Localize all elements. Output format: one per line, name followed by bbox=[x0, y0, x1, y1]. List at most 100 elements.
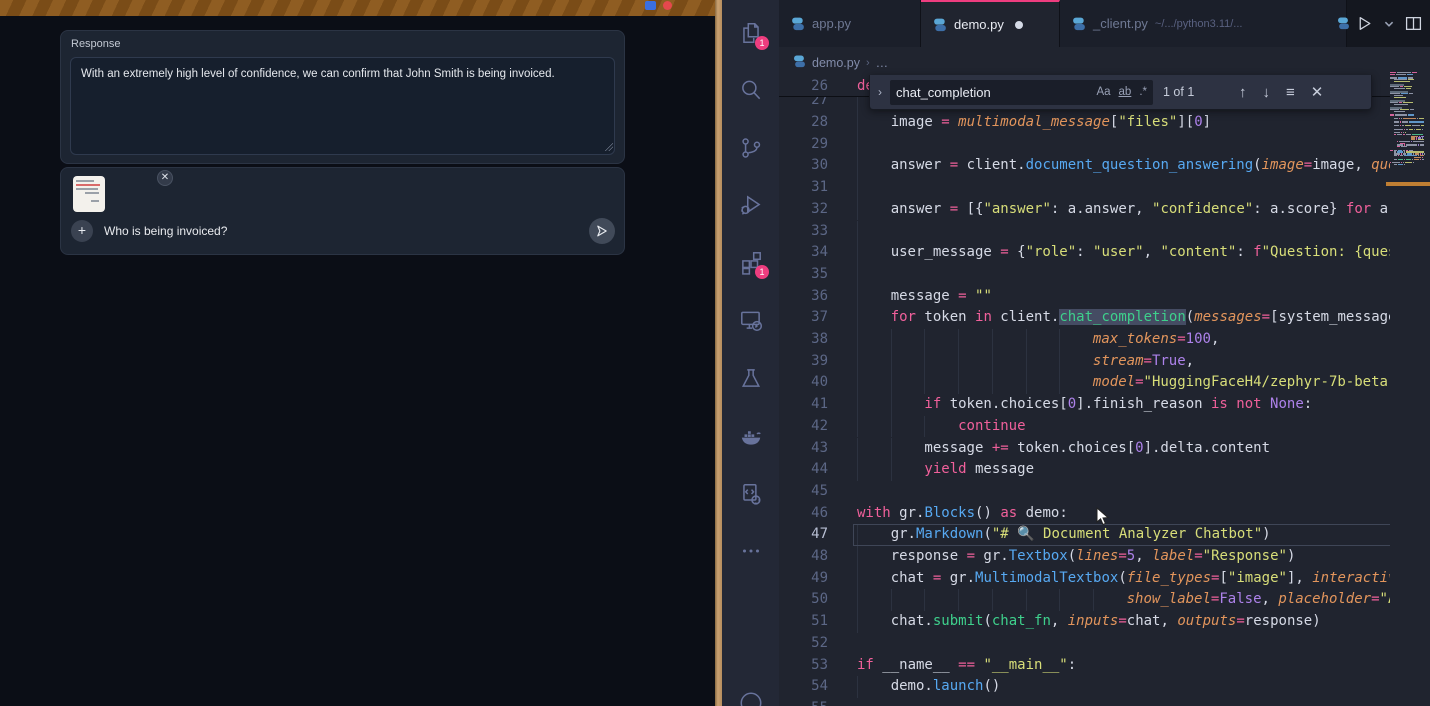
remove-image-button[interactable]: ✕ bbox=[157, 170, 173, 186]
find-in-selection-button[interactable]: ≡ bbox=[1286, 84, 1295, 101]
find-input[interactable]: chat_completion Aa ab .* bbox=[890, 80, 1153, 105]
extensions-icon[interactable]: 1 bbox=[738, 249, 764, 275]
code-line-42[interactable]: 42continue bbox=[779, 416, 1390, 438]
code-line-53[interactable]: 53if __name__ == "__main__": bbox=[779, 655, 1390, 677]
tab-label: app.py bbox=[812, 16, 851, 31]
code-line-37[interactable]: 37for token in client.chat_completion(me… bbox=[779, 307, 1390, 329]
dev-container-icon[interactable] bbox=[738, 481, 764, 507]
editor-tab-bar: app.py demo.py _client.py~/.../python3.11/… bbox=[779, 0, 1430, 47]
code-line-40[interactable]: 40model="HuggingFaceH4/zephyr-7b-beta", bbox=[779, 372, 1390, 394]
code-line-33[interactable]: 33 bbox=[779, 221, 1390, 243]
code-viewport[interactable]: 2728image = multimodal_message["files"][… bbox=[779, 97, 1390, 706]
search-icon[interactable] bbox=[738, 77, 764, 103]
find-collapse-chevron-icon[interactable]: › bbox=[870, 85, 890, 99]
tab-_client.py[interactable]: _client.py~/.../python3.11/... bbox=[1060, 0, 1347, 47]
split-editor-button[interactable] bbox=[1405, 15, 1422, 32]
add-file-button[interactable]: + bbox=[71, 220, 93, 242]
code-line-29[interactable]: 29 bbox=[779, 134, 1390, 156]
code-line-49[interactable]: 49chat = gr.MultimodalTextbox(file_types… bbox=[779, 568, 1390, 590]
current-line-highlight bbox=[853, 524, 1390, 547]
docker-icon[interactable] bbox=[738, 423, 764, 449]
minimap-match-highlight bbox=[1386, 182, 1430, 186]
code-editor[interactable]: demo.py › … 2728image = multimodal_messa… bbox=[779, 47, 1430, 706]
code-line-46[interactable]: 46with gr.Blocks() as demo: bbox=[779, 503, 1390, 525]
regex-toggle[interactable]: .* bbox=[1139, 86, 1147, 98]
extensions-badge: 1 bbox=[755, 265, 769, 279]
code-line-32[interactable]: 32answer = [{"answer": a.answer, "confid… bbox=[779, 199, 1390, 221]
favicon-pink-icon bbox=[663, 1, 672, 10]
vscode-window: 1 1 bbox=[722, 0, 1430, 706]
code-line-35[interactable]: 35 bbox=[779, 264, 1390, 286]
source-control-icon[interactable] bbox=[738, 135, 764, 161]
code-line-44[interactable]: 44yield message bbox=[779, 459, 1390, 481]
response-block: Response With an extremely high level of… bbox=[60, 30, 625, 164]
python-file-icon bbox=[793, 55, 806, 71]
whole-word-toggle[interactable]: ab bbox=[1119, 86, 1132, 98]
find-previous-button[interactable]: ↑ bbox=[1239, 84, 1247, 101]
multimodal-chat-block: ✕ + Who is being invoiced? bbox=[60, 167, 625, 255]
vscode-main: app.py demo.py _client.py~/.../python3.11/… bbox=[779, 0, 1430, 706]
modified-dot-icon[interactable] bbox=[1015, 21, 1023, 29]
tab-app.py[interactable]: app.py bbox=[779, 0, 921, 47]
code-line-39[interactable]: 39stream=True, bbox=[779, 351, 1390, 373]
account-icon[interactable] bbox=[738, 690, 764, 706]
match-case-toggle[interactable]: Aa bbox=[1096, 86, 1110, 98]
testing-beaker-icon[interactable] bbox=[738, 365, 764, 391]
code-line-51[interactable]: 51chat.submit(chat_fn, inputs=chat, outp… bbox=[779, 611, 1390, 633]
breadcrumb-file[interactable]: demo.py bbox=[812, 56, 860, 70]
run-python-file-button[interactable] bbox=[1356, 15, 1373, 32]
editor-actions bbox=[1337, 0, 1430, 47]
send-icon bbox=[595, 224, 609, 238]
python-icon bbox=[791, 17, 805, 31]
tab-demo.py[interactable]: demo.py bbox=[921, 0, 1060, 47]
code-line-41[interactable]: 41if token.choices[0].finish_reason is n… bbox=[779, 394, 1390, 416]
python-icon bbox=[793, 55, 806, 68]
more-views-icon[interactable] bbox=[738, 538, 764, 564]
minimap[interactable] bbox=[1390, 72, 1424, 632]
code-line-55[interactable]: 55 bbox=[779, 698, 1390, 706]
send-button[interactable] bbox=[589, 218, 615, 244]
code-line-28[interactable]: 28image = multimodal_message["files"][0] bbox=[779, 112, 1390, 134]
response-label: Response bbox=[71, 38, 121, 50]
remote-explorer-icon[interactable] bbox=[738, 307, 764, 333]
find-widget: › chat_completion Aa ab .* 1 of 1 ↑ ↓ ≡ … bbox=[869, 75, 1372, 110]
code-line-48[interactable]: 48response = gr.Textbox(lines=5, label="… bbox=[779, 546, 1390, 568]
chat-input[interactable]: Who is being invoiced? bbox=[104, 224, 227, 238]
code-line-43[interactable]: 43message += token.choices[0].delta.cont… bbox=[779, 438, 1390, 460]
code-line-34[interactable]: 34user_message = {"role": "user", "conte… bbox=[779, 242, 1390, 264]
code-line-50[interactable]: 50show_label=False, placeholder="Ask a q… bbox=[779, 589, 1390, 611]
explorer-badge: 1 bbox=[755, 36, 769, 50]
explorer-icon[interactable]: 1 bbox=[738, 20, 764, 46]
screenshot-root: Response With an extremely high level of… bbox=[0, 0, 1430, 706]
code-line-52[interactable]: 52 bbox=[779, 633, 1390, 655]
breadcrumb-more[interactable]: … bbox=[876, 56, 889, 70]
code-line-36[interactable]: 36message = "" bbox=[779, 286, 1390, 308]
python-logo-partial-icon bbox=[1337, 17, 1350, 30]
code-line-54[interactable]: 54demo.launch() bbox=[779, 676, 1390, 698]
tab-label: demo.py bbox=[954, 17, 1004, 32]
browser-loading-stripe-bar bbox=[0, 0, 715, 16]
breadcrumb[interactable]: demo.py › … bbox=[793, 52, 888, 74]
activity-bar: 1 1 bbox=[722, 0, 779, 706]
python-icon bbox=[933, 18, 947, 32]
code-line-38[interactable]: 38max_tokens=100, bbox=[779, 329, 1390, 351]
window-divider[interactable] bbox=[715, 0, 722, 706]
uploaded-image-thumbnail[interactable] bbox=[73, 176, 105, 212]
find-query[interactable]: chat_completion bbox=[896, 85, 1088, 100]
code-line-31[interactable]: 31 bbox=[779, 177, 1390, 199]
favicon-blue-icon bbox=[645, 1, 656, 10]
tab-path: ~/.../python3.11/... bbox=[1155, 18, 1243, 30]
python-icon bbox=[1072, 17, 1086, 31]
code-line-30[interactable]: 30answer = client.document_question_answ… bbox=[779, 155, 1390, 177]
find-close-button[interactable]: ✕ bbox=[1311, 83, 1324, 101]
find-next-button[interactable]: ↓ bbox=[1263, 84, 1271, 101]
run-debug-icon[interactable] bbox=[738, 192, 764, 218]
textarea-resize-handle[interactable] bbox=[605, 143, 613, 151]
breadcrumb-chevron-icon: › bbox=[866, 57, 870, 69]
code-line-45[interactable]: 45 bbox=[779, 481, 1390, 503]
run-dropdown-chevron-icon[interactable] bbox=[1383, 18, 1395, 30]
mouse-cursor bbox=[1095, 507, 1112, 527]
response-textarea[interactable]: With an extremely high level of confiden… bbox=[70, 57, 615, 155]
gradio-app-pane: Response With an extremely high level of… bbox=[0, 0, 715, 706]
find-match-count: 1 of 1 bbox=[1163, 85, 1223, 99]
